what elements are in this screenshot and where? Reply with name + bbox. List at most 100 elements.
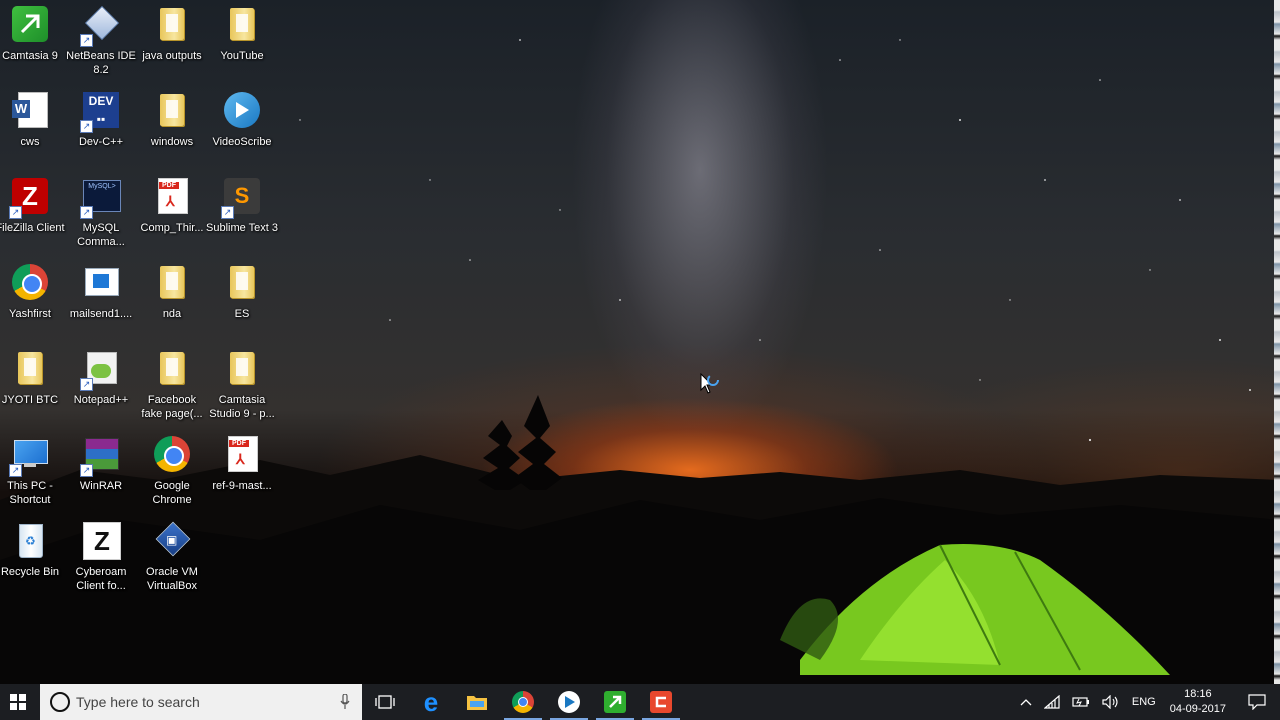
taskbar-camtasia-recorder[interactable] xyxy=(638,684,684,720)
taskbar-camtasia[interactable] xyxy=(592,684,638,720)
desktop-icon-label: FileZilla Client xyxy=(0,222,65,234)
microphone-icon[interactable] xyxy=(340,694,350,710)
desktop-icon-label: Camtasia 9 xyxy=(2,50,58,62)
desktop-icon-windows-folder[interactable]: windows xyxy=(136,86,208,170)
folder-icon xyxy=(152,264,192,304)
volume-button[interactable] xyxy=(1096,684,1126,720)
taskbar-videoscribe[interactable] xyxy=(546,684,592,720)
desktop-icon-label: Dev-C++ xyxy=(78,136,124,148)
winrar-icon: ↗ xyxy=(80,436,121,477)
cyberoam-icon: Z xyxy=(81,522,121,562)
sublime-icon: S ↗ xyxy=(221,178,262,219)
desktop-icon-label: Facebook fake page(... xyxy=(141,394,203,420)
clock-date: 04-09-2017 xyxy=(1169,703,1226,715)
desktop-icon-label: YouTube xyxy=(220,50,264,62)
desktop-icon-virtualbox[interactable]: ▣ Oracle VM VirtualBox xyxy=(136,516,208,600)
desktop-wallpaper: Camtasia 9 W cws Z ↗ FileZilla Client Ya… xyxy=(0,0,1280,684)
window-icon xyxy=(81,264,121,304)
recycle-bin-icon: ♻ xyxy=(10,522,50,562)
desktop-icon-cws[interactable]: W cws xyxy=(0,86,66,170)
netbeans-icon: ↗ xyxy=(80,6,121,47)
chrome-icon xyxy=(512,691,534,713)
folder-icon xyxy=(222,350,262,390)
desktop-icon-label: This PC - Shortcut xyxy=(7,480,53,506)
folder-icon xyxy=(152,350,192,390)
folder-icon xyxy=(10,350,50,390)
desktop-icon-google-chrome[interactable]: Google Chrome xyxy=(136,430,208,514)
camtasia-icon xyxy=(604,691,626,713)
desktop-icon-label: Comp_Thir... xyxy=(140,222,204,234)
desktop-icon-comp-thir[interactable]: PDF ⅄ Comp_Thir... xyxy=(136,172,208,256)
desktop-icon-label: Sublime Text 3 xyxy=(206,222,278,234)
windows-logo-icon xyxy=(10,694,26,710)
speaker-icon xyxy=(1102,695,1118,709)
desktop-icon-netbeans[interactable]: ↗ NetBeans IDE 8.2 xyxy=(65,0,137,84)
mysql-icon: MySQL> ↗ xyxy=(80,178,121,219)
desktop-icon-java-outputs[interactable]: java outputs xyxy=(136,0,208,84)
desktop-icon-recycle-bin[interactable]: ♻ Recycle Bin xyxy=(0,516,66,600)
desktop-icon-label: JYOTI BTC xyxy=(1,394,59,406)
desktop-icon-this-pc[interactable]: ↗ This PC - Shortcut xyxy=(0,430,66,514)
desktop-icon-facebook-fake-page[interactable]: Facebook fake page(... xyxy=(136,344,208,428)
desktop-icon-cyberoam[interactable]: Z Cyberoam Client fo... xyxy=(65,516,137,600)
clock-button[interactable]: 18:16 04-09-2017 xyxy=(1162,684,1234,720)
videoscribe-icon xyxy=(222,92,262,132)
input-language-button[interactable]: ENG xyxy=(1126,684,1162,720)
desktop-icon-ref-9-mast[interactable]: PDF ⅄ ref-9-mast... xyxy=(206,430,278,514)
show-hidden-icons-button[interactable] xyxy=(1014,684,1038,720)
pdf-icon: PDF ⅄ xyxy=(222,436,262,476)
desktop-icon-label: java outputs xyxy=(142,50,202,62)
notification-icon xyxy=(1248,694,1266,710)
system-tray: ENG 18:16 04-09-2017 xyxy=(1014,684,1280,720)
taskbar-file-explorer[interactable] xyxy=(454,684,500,720)
camtasia-icon xyxy=(10,6,50,46)
folder-icon xyxy=(222,6,262,46)
battery-icon xyxy=(1072,697,1089,707)
desktop-icon-camtasia-studio-folder[interactable]: Camtasia Studio 9 - p... xyxy=(206,344,278,428)
desktop-icon-label: Notepad++ xyxy=(73,394,129,406)
desktop-icon-filezilla[interactable]: Z ↗ FileZilla Client xyxy=(0,172,66,256)
chrome-icon xyxy=(10,264,50,304)
videoscribe-icon xyxy=(558,691,580,713)
virtualbox-icon: ▣ xyxy=(152,521,192,562)
desktop-icon-es[interactable]: ES xyxy=(206,258,278,342)
search-placeholder: Type here to search xyxy=(76,694,200,710)
filezilla-icon: Z ↗ xyxy=(9,178,50,219)
folder-icon xyxy=(222,264,262,304)
taskbar-chrome[interactable] xyxy=(500,684,546,720)
clock-time: 18:16 xyxy=(1184,688,1212,700)
start-button[interactable] xyxy=(0,684,36,720)
desktop-icon-label: Cyberoam Client fo... xyxy=(75,566,127,592)
file-explorer-icon xyxy=(467,696,487,710)
desktop-icon-mysql[interactable]: MySQL> ↗ MySQL Comma... xyxy=(65,172,137,256)
desktop-icon-yashfirst[interactable]: Yashfirst xyxy=(0,258,66,342)
pdf-icon: PDF ⅄ xyxy=(152,178,192,218)
desktop-icon-label: mailsend1.... xyxy=(69,308,133,320)
folder-icon xyxy=(152,6,192,46)
desktop-icon-label: nda xyxy=(162,308,182,320)
desktop-icon-devcpp[interactable]: DEV ▪▪ ↗ Dev-C++ xyxy=(65,86,137,170)
word-icon: W xyxy=(10,92,50,132)
battery-button[interactable] xyxy=(1066,684,1096,720)
desktop-icon-videoscribe[interactable]: VideoScribe xyxy=(206,86,278,170)
taskbar-edge[interactable]: e xyxy=(408,684,454,720)
desktop-icon-notepadpp[interactable]: ↗ Notepad++ xyxy=(65,344,137,428)
desktop-icon-label: ref-9-mast... xyxy=(212,480,272,492)
chevron-up-icon xyxy=(1020,699,1032,706)
action-center-button[interactable] xyxy=(1234,684,1280,720)
task-view-button[interactable] xyxy=(362,684,408,720)
desktop-icon-winrar[interactable]: ↗ WinRAR xyxy=(65,430,137,514)
notepadpp-icon: ↗ xyxy=(80,350,121,391)
desktop-icon-sublime[interactable]: S ↗ Sublime Text 3 xyxy=(206,172,278,256)
camtasia-recorder-icon xyxy=(650,691,672,713)
desktop-icon-jyoti-btc[interactable]: JYOTI BTC xyxy=(0,344,66,428)
network-button[interactable] xyxy=(1038,684,1066,720)
desktop-icon-mailsend[interactable]: mailsend1.... xyxy=(65,258,137,342)
desktop-icon-label: Recycle Bin xyxy=(0,566,60,578)
desktop-icon-label: Google Chrome xyxy=(152,480,192,506)
desktop-icon-nda[interactable]: nda xyxy=(136,258,208,342)
desktop-icon-youtube-folder[interactable]: YouTube xyxy=(206,0,278,84)
desktop-icon-label: MySQL Comma... xyxy=(77,222,125,248)
taskbar-search-box[interactable]: Type here to search xyxy=(40,684,362,720)
desktop-icon-camtasia[interactable]: Camtasia 9 xyxy=(0,0,66,84)
